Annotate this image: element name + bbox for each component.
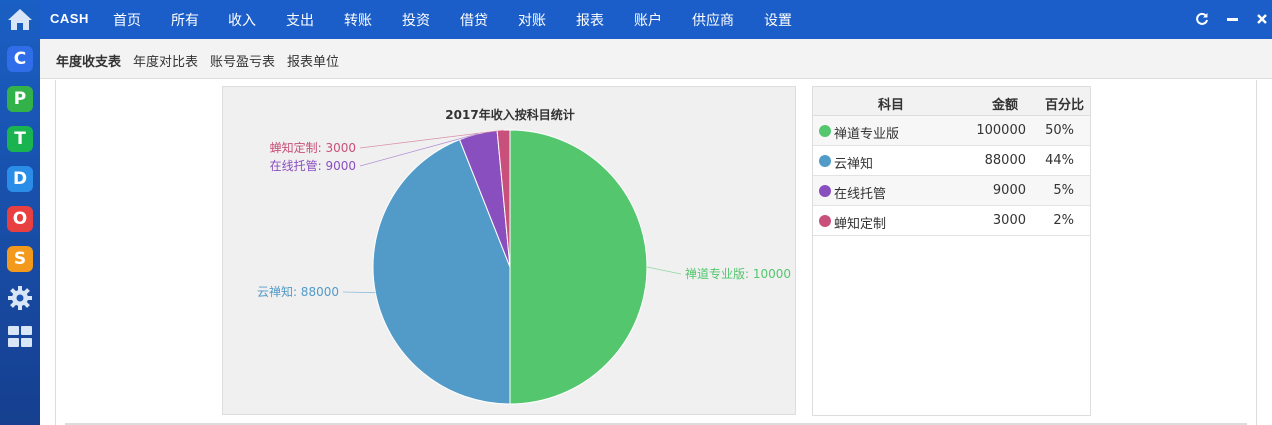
pie-label-connector bbox=[646, 266, 682, 275]
header-amount: 金额 bbox=[992, 98, 1019, 113]
nav-invest[interactable]: 投资 bbox=[402, 10, 430, 30]
app-d-icon[interactable]: D bbox=[6, 165, 34, 193]
app-dock: C P T D O S bbox=[0, 0, 40, 425]
cell-subject: 在线托管 bbox=[834, 187, 887, 202]
gear-icon[interactable] bbox=[6, 284, 34, 312]
brand-label[interactable]: CASH bbox=[50, 11, 89, 26]
nav-loan[interactable]: 借贷 bbox=[460, 10, 488, 30]
table-row: 蝉知定制 3000 2% bbox=[813, 206, 1090, 236]
nav-supplier[interactable]: 供应商 bbox=[692, 10, 734, 30]
cell-amount: 88000 bbox=[984, 153, 1026, 168]
tab-report-unit[interactable]: 报表单位 bbox=[287, 51, 339, 70]
app-o-icon[interactable]: O bbox=[6, 205, 34, 233]
header-percent: 百分比 bbox=[1045, 98, 1085, 113]
legend-dot bbox=[819, 185, 831, 197]
pie-label: 云禅知: 88000 bbox=[257, 285, 339, 299]
pie-label-connector bbox=[342, 291, 376, 294]
table-row: 禅道专业版 100000 50% bbox=[813, 116, 1090, 146]
pie-slice[interactable] bbox=[509, 129, 648, 405]
cell-percent: 50% bbox=[1045, 123, 1074, 138]
app-p-icon[interactable]: P bbox=[6, 85, 34, 113]
minimize-icon[interactable] bbox=[1224, 9, 1242, 29]
top-navbar: CASH 首页 所有 收入 支出 转账 投资 借贷 对账 报表 账户 供应商 设… bbox=[40, 0, 1272, 39]
nav-expense[interactable]: 支出 bbox=[286, 10, 314, 30]
nav-all[interactable]: 所有 bbox=[171, 10, 199, 30]
legend-dot bbox=[819, 155, 831, 167]
tab-annual-comparison[interactable]: 年度对比表 bbox=[133, 51, 198, 70]
summary-table: 科目 金额 百分比 禅道专业版 100000 50% 云禅知 88000 44% 在线托管 9… bbox=[812, 86, 1091, 416]
cell-amount: 9000 bbox=[992, 183, 1026, 198]
grid-icon[interactable] bbox=[6, 323, 34, 351]
cell-percent: 2% bbox=[1053, 213, 1074, 228]
refresh-icon[interactable] bbox=[1193, 9, 1211, 29]
pie-label: 在线托管: 9000 bbox=[270, 158, 356, 173]
table-row: 云禅知 88000 44% bbox=[813, 146, 1090, 176]
pie-chart-panel: 2017年收入按科目统计 禅道专业版: 10000 云禅知: 88000 在线托管:… bbox=[222, 86, 796, 415]
report-subnav: 年度收支表 年度对比表 账号盈亏表 报表单位 bbox=[40, 39, 1272, 79]
cell-subject: 禅道专业版 bbox=[834, 127, 900, 142]
pie-label: 禅道专业版: 10000 bbox=[685, 266, 791, 281]
home-icon[interactable] bbox=[6, 5, 34, 33]
tab-annual-income-expense[interactable]: 年度收支表 bbox=[56, 51, 121, 70]
table-row: 在线托管 9000 5% bbox=[813, 176, 1090, 206]
nav-account[interactable]: 账户 bbox=[634, 10, 662, 30]
pie-label: 蝉知定制: 3000 bbox=[270, 140, 356, 155]
nav-settings[interactable]: 设置 bbox=[764, 10, 792, 30]
cell-subject: 云禅知 bbox=[834, 157, 874, 172]
app-t-icon[interactable]: T bbox=[6, 125, 34, 153]
cell-subject: 蝉知定制 bbox=[834, 217, 887, 232]
nav-home[interactable]: 首页 bbox=[113, 10, 141, 30]
nav-report[interactable]: 报表 bbox=[576, 10, 604, 30]
nav-reconcile[interactable]: 对账 bbox=[518, 10, 546, 30]
app-c-icon[interactable]: C bbox=[6, 45, 34, 73]
tab-account-profit-loss[interactable]: 账号盈亏表 bbox=[210, 51, 275, 70]
nav-income[interactable]: 收入 bbox=[228, 10, 256, 30]
table-header: 科目 金额 百分比 bbox=[813, 87, 1090, 116]
close-icon[interactable] bbox=[1253, 9, 1271, 29]
cell-percent: 44% bbox=[1045, 153, 1074, 168]
legend-dot bbox=[819, 125, 831, 137]
pie-chart: 禅道专业版: 10000 云禅知: 88000 在线托管: 9000 蝉知定制: 30… bbox=[257, 129, 791, 405]
cell-percent: 5% bbox=[1053, 183, 1074, 198]
app-s-icon[interactable]: S bbox=[6, 245, 34, 273]
header-subject: 科目 bbox=[878, 98, 905, 113]
legend-dot bbox=[819, 215, 831, 227]
nav-transfer[interactable]: 转账 bbox=[344, 10, 372, 30]
cell-amount: 100000 bbox=[976, 123, 1026, 138]
cell-amount: 3000 bbox=[992, 213, 1026, 228]
